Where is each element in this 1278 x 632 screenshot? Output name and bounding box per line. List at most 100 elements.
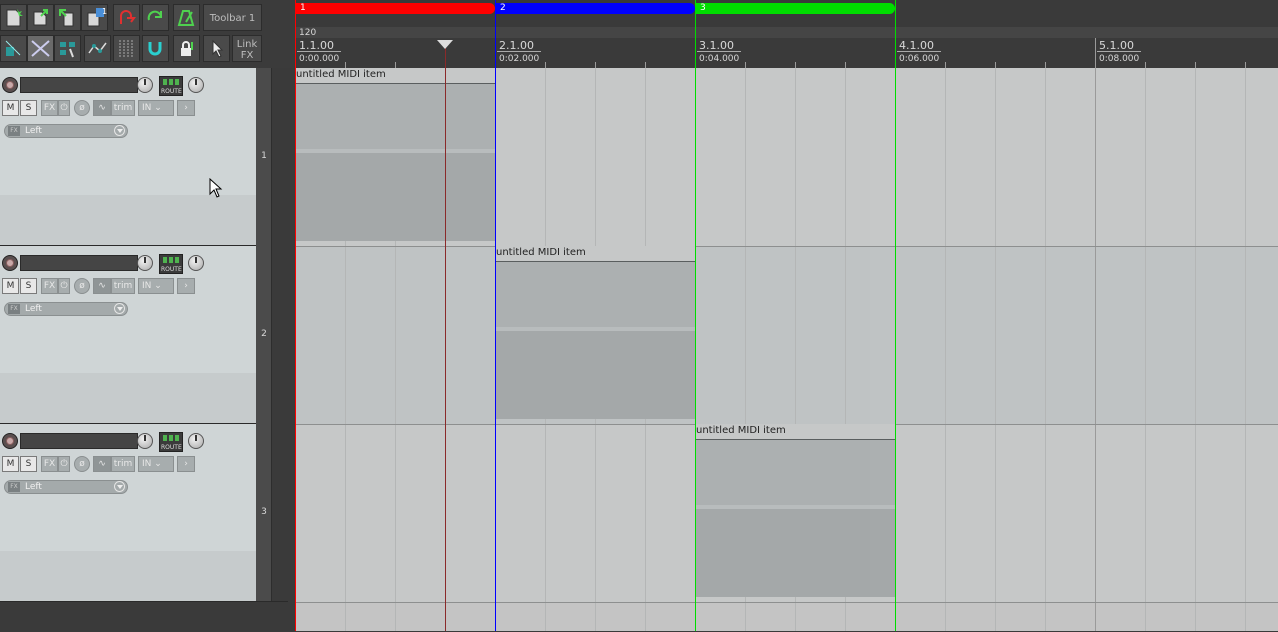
item-grouping-button[interactable]	[54, 35, 81, 62]
mute-button[interactable]: M	[2, 456, 19, 472]
metronome-button[interactable]	[173, 4, 200, 31]
pan-knob[interactable]	[188, 255, 204, 271]
trim-button[interactable]: trim	[111, 100, 135, 116]
pan-knob[interactable]	[188, 77, 204, 93]
link-fx-button[interactable]: Link FX	[232, 35, 262, 62]
track-lane-2[interactable]	[295, 246, 1278, 424]
arm-icon[interactable]: ›	[177, 456, 195, 472]
edit-cursor-icon[interactable]	[437, 40, 453, 49]
new-project-button[interactable]	[0, 4, 27, 31]
open-project-button[interactable]	[27, 4, 54, 31]
input-label: IN	[142, 103, 152, 113]
envelope-icon	[88, 42, 107, 54]
track-name-field[interactable]	[20, 433, 138, 449]
phase-invert-icon[interactable]: ø	[74, 278, 90, 294]
record-arm-button[interactable]	[2, 433, 18, 449]
toolbar-1-button[interactable]: Toolbar 1	[203, 4, 262, 31]
input-channel-label: Left	[25, 482, 42, 492]
solo-button[interactable]: S	[20, 100, 37, 116]
track-panel-3[interactable]: ROUTE M S FX ⏻ ø ∿ trim IN ⌄ › FX Left	[0, 424, 256, 602]
envelope-icon[interactable]: ∿	[93, 100, 111, 116]
ruler-tick	[1095, 38, 1096, 68]
grid-line	[945, 68, 946, 631]
input-monitor-button[interactable]: IN ⌄	[138, 100, 174, 116]
trim-button[interactable]: trim	[111, 278, 135, 294]
arm-icon[interactable]: ›	[177, 100, 195, 116]
route-button[interactable]: ROUTE	[159, 254, 183, 274]
project-settings-button[interactable]: 1	[81, 4, 108, 31]
volume-knob[interactable]	[137, 77, 153, 93]
fx-bypass-icon[interactable]: ⏻	[58, 278, 70, 294]
arm-icon[interactable]: ›	[177, 278, 195, 294]
grid-line	[995, 68, 996, 631]
mute-button[interactable]: M	[2, 278, 19, 294]
ruler-time: 0:06.000	[899, 54, 940, 64]
volume-knob[interactable]	[137, 255, 153, 271]
arrange-view[interactable]: untitled MIDI item untitled MIDI item un…	[295, 68, 1278, 631]
tcp-footer	[0, 601, 288, 632]
pan-knob[interactable]	[188, 433, 204, 449]
fx-button[interactable]: FX	[41, 278, 58, 294]
route-button[interactable]: ROUTE	[159, 432, 183, 452]
input-channel-combo[interactable]: FX Left	[4, 124, 128, 138]
edit-cursor-line[interactable]	[445, 44, 446, 631]
undo-button[interactable]	[113, 4, 140, 31]
save-project-button[interactable]	[54, 4, 81, 31]
solo-button[interactable]: S	[20, 278, 37, 294]
record-arm-button[interactable]	[2, 77, 18, 93]
envelope-icon[interactable]: ∿	[93, 456, 111, 472]
ripple-editing-button[interactable]	[0, 35, 27, 62]
midi-item-title: untitled MIDI item	[696, 425, 786, 436]
fx-bypass-icon[interactable]: ⏻	[58, 100, 70, 116]
region-marker[interactable]: 3	[695, 3, 895, 14]
track-panel-lower	[0, 551, 256, 601]
cursor-icon	[212, 39, 224, 58]
cursor-tool-button[interactable]	[203, 35, 230, 62]
phase-invert-icon[interactable]: ø	[74, 100, 90, 116]
track-number-column: 3	[256, 424, 272, 602]
main-toolbar: 1 Toolbar 1 Link FX	[0, 0, 295, 68]
snap-button[interactable]	[142, 35, 169, 62]
grid-line	[1195, 68, 1196, 631]
lock-icon	[181, 41, 193, 56]
region-marker[interactable]: 2	[495, 3, 695, 14]
input-channel-combo[interactable]: FX Left	[4, 480, 128, 494]
phase-invert-icon[interactable]: ø	[74, 456, 90, 472]
midi-item[interactable]: untitled MIDI item	[495, 247, 696, 419]
route-button[interactable]: ROUTE	[159, 76, 183, 96]
region-boundary-line	[495, 0, 496, 631]
input-channel-combo[interactable]: FX Left	[4, 302, 128, 316]
region-marker[interactable]: 1	[295, 3, 495, 14]
fx-bypass-icon[interactable]: ⏻	[58, 456, 70, 472]
input-label: IN	[142, 459, 152, 469]
input-channel-label: Left	[25, 304, 42, 314]
midi-item-title: untitled MIDI item	[296, 69, 386, 80]
grid-line	[1095, 68, 1096, 631]
record-arm-button[interactable]	[2, 255, 18, 271]
trim-button[interactable]: trim	[111, 456, 135, 472]
envelope-points-button[interactable]	[84, 35, 111, 62]
save-icon	[59, 9, 74, 27]
solo-button[interactable]: S	[20, 456, 37, 472]
lock-button[interactable]	[173, 35, 200, 62]
input-monitor-button[interactable]: IN ⌄	[138, 278, 174, 294]
track-panel-2[interactable]: ROUTE M S FX ⏻ ø ∿ trim IN ⌄ › FX Left	[0, 246, 256, 424]
midi-item[interactable]: untitled MIDI item	[295, 69, 496, 241]
redo-button[interactable]	[142, 4, 169, 31]
auto-crossfade-button[interactable]	[27, 35, 54, 62]
badge: 1	[101, 7, 108, 16]
grid-icon	[119, 40, 133, 57]
lane-separator	[295, 246, 1278, 247]
volume-knob[interactable]	[137, 433, 153, 449]
track-name-field[interactable]	[20, 77, 138, 93]
track-name-field[interactable]	[20, 255, 138, 271]
grid-button[interactable]	[113, 35, 140, 62]
envelope-icon[interactable]: ∿	[93, 278, 111, 294]
track-number: 1	[261, 151, 267, 161]
track-panel-1[interactable]: ROUTE M S FX ⏻ ø ∿ trim IN ⌄ › FX Left	[0, 68, 256, 246]
mute-button[interactable]: M	[2, 100, 19, 116]
fx-button[interactable]: FX	[41, 100, 58, 116]
input-monitor-button[interactable]: IN ⌄	[138, 456, 174, 472]
midi-item[interactable]: untitled MIDI item	[695, 425, 896, 597]
fx-button[interactable]: FX	[41, 456, 58, 472]
